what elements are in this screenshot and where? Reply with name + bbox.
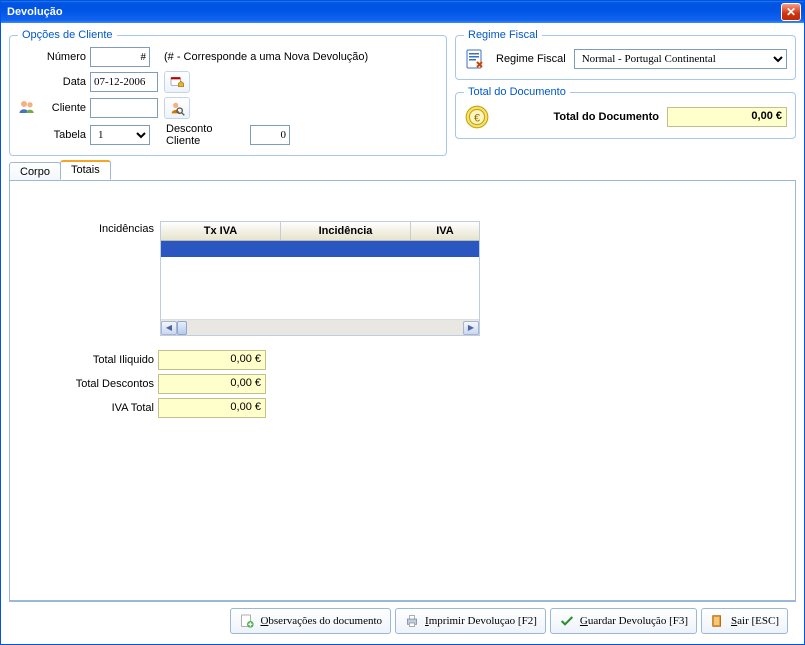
grid-header: Tx IVA Incidência IVA <box>161 222 479 241</box>
calendar-home-icon <box>169 74 185 90</box>
total-descontos-value: 0,00 € <box>158 374 266 394</box>
tabpage-totais: Incidências Tx IVA Incidência IVA ◀ ▶ <box>9 180 796 601</box>
iva-total-value: 0,00 € <box>158 398 266 418</box>
total-iliquido-value: 0,00 € <box>158 350 266 370</box>
search-client-button[interactable] <box>164 97 190 119</box>
numero-input[interactable] <box>90 47 150 67</box>
calendar-button[interactable] <box>164 71 190 93</box>
tab-corpo[interactable]: Corpo <box>9 162 61 181</box>
incidencias-grid[interactable]: Tx IVA Incidência IVA ◀ ▶ <box>160 221 480 336</box>
coin-euro-icon: € <box>464 104 490 130</box>
col-tx-iva: Tx IVA <box>161 222 281 240</box>
total-iliquido-label: Total Iliquido <box>22 354 154 366</box>
check-icon <box>559 613 575 629</box>
regime-fiscal-select[interactable]: Normal - Portugal Continental <box>574 49 787 69</box>
observacoes-button[interactable]: Observações do documento <box>230 608 391 634</box>
col-incidencia: Incidência <box>281 222 411 240</box>
printer-icon <box>404 613 420 629</box>
cliente-label: Cliente <box>40 102 86 114</box>
grid-body[interactable] <box>161 241 479 319</box>
total-doc-legend: Total do Documento <box>464 86 570 98</box>
tabela-select[interactable]: 1 <box>90 125 150 145</box>
scroll-right-icon[interactable]: ▶ <box>463 321 479 335</box>
regime-fiscal-group: Regime Fiscal Regime Fiscal Normal - Por… <box>455 29 796 80</box>
search-user-icon <box>169 100 185 116</box>
numero-hint: (# - Corresponde a uma Nova Devolução) <box>164 51 438 63</box>
cliente-input[interactable] <box>90 98 158 118</box>
total-doc-group: Total do Documento € Total do Documento … <box>455 86 796 139</box>
numero-label: Número <box>40 51 86 63</box>
title-bar: Devolução ✕ <box>1 1 804 23</box>
document-icon <box>464 47 488 71</box>
footer-buttons: Observações do documento Imprimir Devolu… <box>9 601 796 640</box>
scroll-thumb[interactable] <box>177 321 187 335</box>
iva-total-label: IVA Total <box>22 402 154 414</box>
data-label: Data <box>40 76 86 88</box>
note-add-icon <box>239 613 255 629</box>
svg-text:€: € <box>474 112 480 124</box>
client-options-group: Opções de Cliente Número (# - Corr <box>9 29 447 156</box>
regime-fiscal-label: Regime Fiscal <box>496 53 566 65</box>
regime-fiscal-legend: Regime Fiscal <box>464 29 542 41</box>
incidencias-label: Incidências <box>22 221 154 336</box>
close-button[interactable]: ✕ <box>781 3 801 21</box>
client-options-legend: Opções de Cliente <box>18 29 117 41</box>
total-doc-value: 0,00 € <box>667 107 787 127</box>
total-doc-label: Total do Documento <box>498 111 659 123</box>
grid-h-scrollbar[interactable]: ◀ ▶ <box>161 319 479 335</box>
col-iva: IVA <box>411 222 479 240</box>
exit-icon <box>710 613 726 629</box>
data-input[interactable] <box>90 72 158 92</box>
sair-button[interactable]: Sair [ESC] <box>701 608 788 634</box>
imprimir-button[interactable]: Imprimir Devoluçao [F2] <box>395 608 546 634</box>
users-icon <box>18 96 36 118</box>
total-descontos-label: Total Descontos <box>22 378 154 390</box>
tabela-label: Tabela <box>40 129 86 141</box>
grid-row-selected[interactable] <box>161 241 479 257</box>
desconto-label: Desconto Cliente <box>164 123 246 147</box>
window-title: Devolução <box>7 6 781 18</box>
desconto-input[interactable] <box>250 125 290 145</box>
guardar-button[interactable]: Guardar Devolução [F3] <box>550 608 697 634</box>
scroll-left-icon[interactable]: ◀ <box>161 321 177 335</box>
tab-totais[interactable]: Totais <box>60 160 111 180</box>
